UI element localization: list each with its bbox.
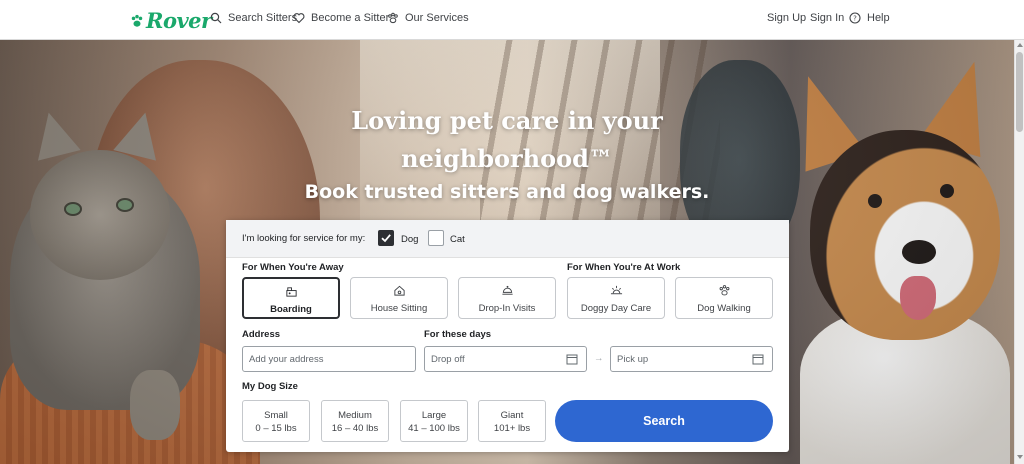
drop-off-placeholder: Drop off: [431, 354, 465, 365]
size-large[interactable]: Large 41 – 100 lbs: [400, 400, 468, 442]
pick-up-placeholder: Pick up: [617, 354, 649, 365]
hero-title-line-2: neighborhood™: [401, 144, 613, 173]
nav-help[interactable]: ? Help: [849, 12, 890, 24]
nav-sign-up[interactable]: Sign Up: [767, 12, 806, 24]
dates-label: For these days: [424, 329, 492, 340]
size-range: 0 – 15 lbs: [255, 423, 297, 434]
logo-wordmark: Rover: [146, 8, 212, 33]
pick-up-input[interactable]: Pick up: [610, 346, 773, 372]
size-range: 41 – 100 lbs: [408, 423, 460, 434]
dog-checkbox[interactable]: [378, 230, 394, 246]
help-icon: ?: [849, 12, 861, 24]
search-button[interactable]: Search: [555, 400, 773, 442]
nav-become-a-sitter[interactable]: Become a Sitter: [293, 12, 389, 24]
away-services-heading: For When You're Away: [242, 262, 344, 273]
nav-label: Sign In: [810, 12, 845, 24]
rover-logo[interactable]: Rover: [130, 8, 212, 33]
boarding-icon: [285, 287, 297, 297]
work-services-heading: For When You're At Work: [567, 262, 681, 273]
pet-type-label: I'm looking for service for my:: [242, 233, 366, 244]
nav-label: Become a Sitter: [311, 12, 390, 24]
address-placeholder: Add your address: [249, 354, 324, 365]
date-range-arrow: →: [594, 353, 604, 364]
drop-off-input[interactable]: Drop off: [424, 346, 587, 372]
scroll-down-arrow-icon[interactable]: [1017, 455, 1023, 459]
paw-logo-icon: [131, 14, 143, 27]
service-label: House Sitting: [370, 303, 428, 314]
hero-title-line-1: Loving pet care in your: [351, 106, 663, 135]
size-range: 101+ lbs: [493, 423, 531, 434]
size-name: Medium: [338, 410, 372, 421]
size-medium[interactable]: Medium 16 – 40 lbs: [321, 400, 389, 442]
service-label: Dog Walking: [697, 303, 751, 314]
search-form-card: I'm looking for service for my: Dog Cat …: [226, 220, 789, 452]
nav-sign-in[interactable]: Sign In: [810, 12, 844, 24]
service-drop-in-visits[interactable]: Drop-In Visits: [458, 277, 556, 319]
nav-label: Search Sitters: [228, 12, 298, 24]
size-name: Small: [264, 410, 288, 421]
scrollbar-thumb[interactable]: [1016, 52, 1023, 132]
paw-icon: [719, 285, 729, 296]
nav-label: Help: [867, 12, 890, 24]
size-giant[interactable]: Giant 101+ lbs: [478, 400, 546, 442]
checkmark-icon: [381, 234, 391, 243]
dog-checkbox-label[interactable]: Dog: [401, 234, 418, 245]
cat-checkbox[interactable]: [428, 230, 444, 246]
dog-size-label: My Dog Size: [242, 381, 298, 392]
heart-icon: [293, 13, 305, 24]
calendar-icon: [566, 354, 578, 365]
cat-checkbox-label[interactable]: Cat: [450, 234, 465, 245]
nav-search-sitters[interactable]: Search Sitters: [210, 12, 297, 24]
svg-text:?: ?: [853, 15, 857, 23]
size-name: Giant: [500, 410, 524, 421]
page-scrollbar[interactable]: [1014, 40, 1024, 464]
service-doggy-day-care[interactable]: Doggy Day Care: [567, 277, 665, 319]
size-name: Large: [421, 410, 447, 421]
nav-label: Our Services: [405, 12, 469, 24]
nav-label: Sign Up: [767, 12, 807, 24]
sun-icon: [610, 285, 622, 295]
size-range: 16 – 40 lbs: [331, 423, 379, 434]
service-label: Doggy Day Care: [580, 303, 652, 314]
paw-icon: [388, 12, 398, 24]
service-label: Drop-In Visits: [478, 303, 536, 314]
hero-subtitle: Book trusted sitters and dog walkers.: [304, 181, 710, 203]
calendar-icon: [752, 354, 764, 365]
scroll-up-arrow-icon[interactable]: [1017, 43, 1023, 47]
service-boarding[interactable]: Boarding: [242, 277, 340, 319]
drop-in-icon: [501, 285, 513, 295]
service-dog-walking[interactable]: Dog Walking: [675, 277, 773, 319]
service-house-sitting[interactable]: House Sitting: [350, 277, 448, 319]
address-input[interactable]: Add your address: [242, 346, 416, 372]
house-sitting-icon: [393, 285, 405, 296]
size-small[interactable]: Small 0 – 15 lbs: [242, 400, 310, 442]
search-icon: [210, 12, 222, 24]
top-navigation: Rover Search Sitters Become a Sitter Our…: [0, 0, 1024, 40]
address-label: Address: [242, 329, 281, 340]
service-label: Boarding: [270, 304, 312, 315]
nav-our-services[interactable]: Our Services: [387, 12, 469, 24]
